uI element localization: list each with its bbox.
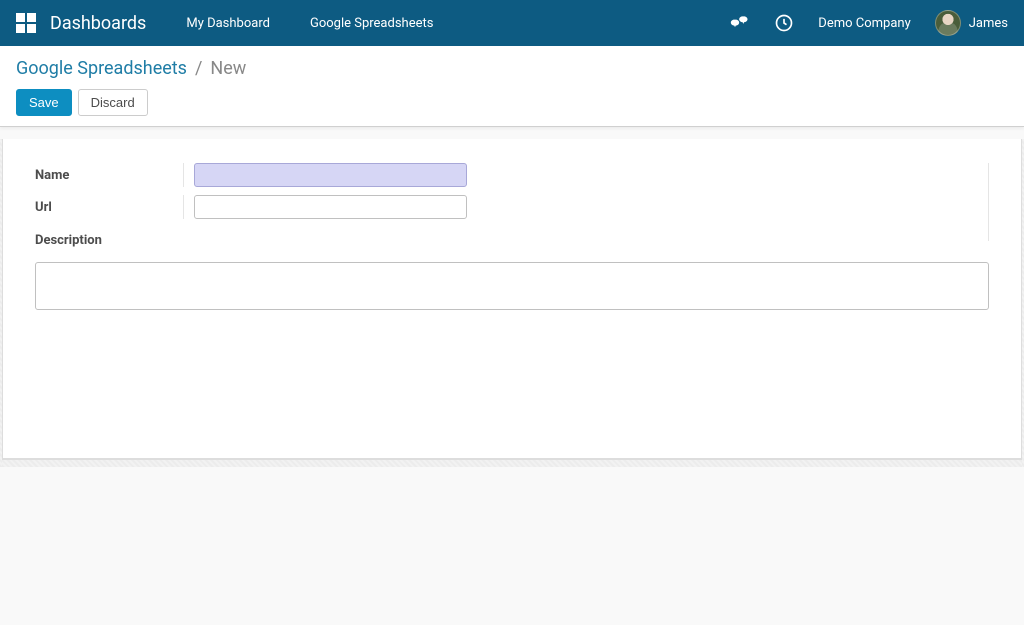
row-name: Name xyxy=(35,163,989,187)
save-button[interactable]: Save xyxy=(16,89,72,116)
avatar xyxy=(935,10,961,36)
label-url: Url xyxy=(35,200,183,215)
brand-title[interactable]: Dashboards xyxy=(50,13,146,34)
top-navbar: Dashboards My Dashboard Google Spreadshe… xyxy=(0,0,1024,46)
nav-links: My Dashboard Google Spreadsheets xyxy=(186,16,433,31)
breadcrumb: Google Spreadsheets / New xyxy=(16,58,1008,79)
user-menu[interactable]: James xyxy=(935,10,1008,36)
nav-google-spreadsheets[interactable]: Google Spreadsheets xyxy=(310,16,433,31)
row-url: Url xyxy=(35,195,989,219)
company-name[interactable]: Demo Company xyxy=(818,16,910,31)
panel-divider xyxy=(988,163,989,241)
label-name: Name xyxy=(35,168,183,183)
name-input[interactable] xyxy=(194,163,467,187)
description-textarea[interactable] xyxy=(35,262,989,310)
form-top-block: Name Url xyxy=(35,163,989,219)
nav-my-dashboard[interactable]: My Dashboard xyxy=(186,16,270,31)
control-panel: Google Spreadsheets / New Save Discard xyxy=(0,46,1024,127)
label-description: Description xyxy=(35,233,989,248)
clock-icon[interactable] xyxy=(774,13,794,33)
username: James xyxy=(969,16,1008,31)
breadcrumb-current: New xyxy=(210,58,246,79)
nav-right: Demo Company James xyxy=(730,10,1008,36)
chat-icon[interactable] xyxy=(730,13,750,33)
url-input[interactable] xyxy=(194,195,467,219)
sheet-bottom-stripe xyxy=(2,459,1022,467)
breadcrumb-parent[interactable]: Google Spreadsheets xyxy=(16,58,187,79)
sheet-background: Name Url Description xyxy=(0,139,1024,467)
apps-icon[interactable] xyxy=(16,13,36,33)
action-buttons: Save Discard xyxy=(16,89,1008,116)
discard-button[interactable]: Discard xyxy=(78,89,148,116)
form-sheet: Name Url Description xyxy=(2,139,1022,459)
breadcrumb-separator: / xyxy=(195,58,202,79)
